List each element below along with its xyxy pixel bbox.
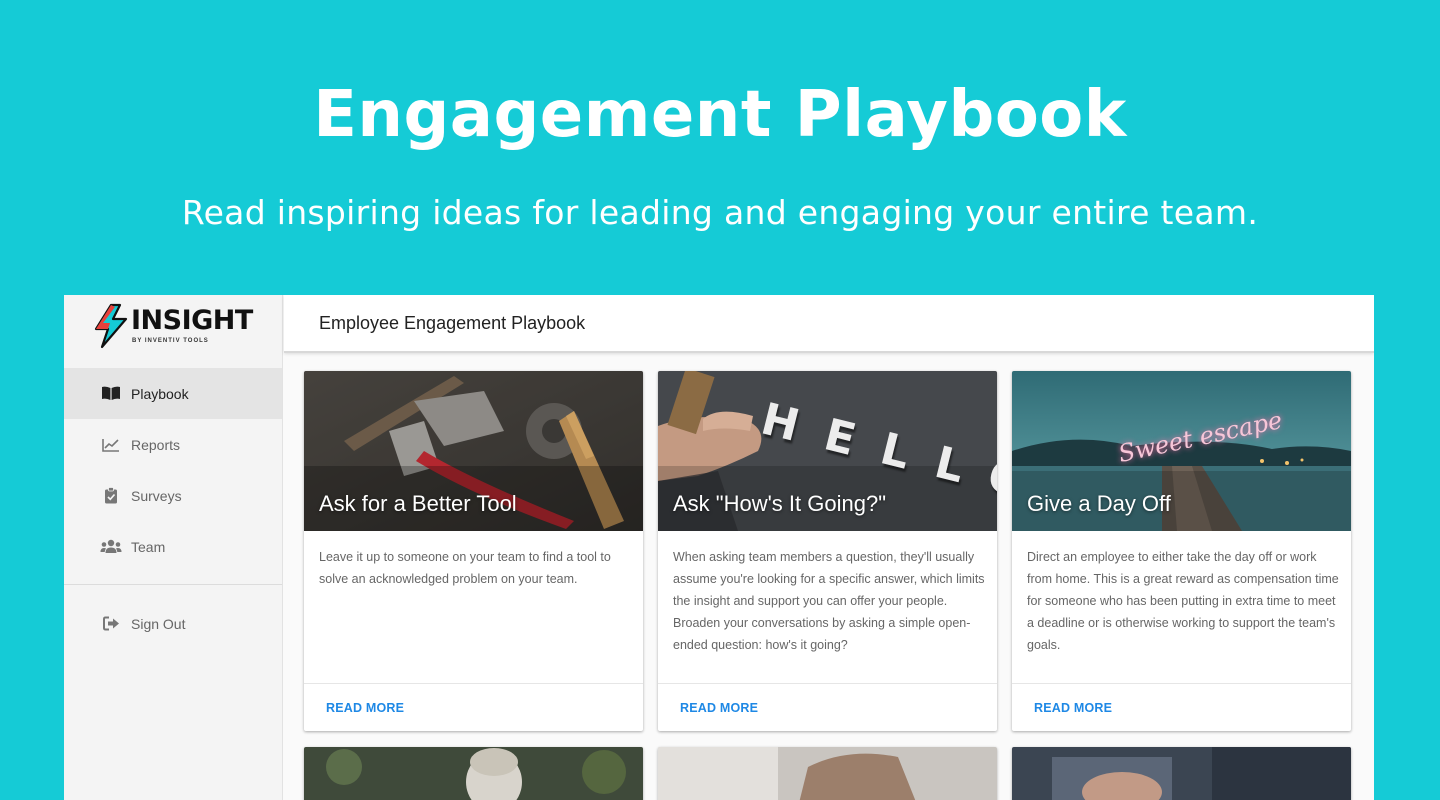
sidebar: INSIGHT BY INVENTIV TOOLS Playbook Repor… <box>64 295 283 800</box>
chart-line-icon <box>100 436 122 454</box>
playbook-card[interactable]: HELLO Ask "How's It Going?" When asking … <box>658 371 997 731</box>
app-header: Employee Engagement Playbook <box>284 295 1374 353</box>
card-image-hello: HELLO Ask "How's It Going?" <box>658 371 997 531</box>
sidebar-divider <box>64 584 282 585</box>
bolt-logo-icon <box>94 303 128 349</box>
page-title: Employee Engagement Playbook <box>319 312 586 333</box>
card-image-hands <box>658 747 997 800</box>
brand-name: INSIGHT <box>131 305 253 336</box>
sidebar-item-playbook[interactable]: Playbook <box>64 368 282 419</box>
card-title: Ask "How's It Going?" <box>673 491 887 516</box>
card-title: Ask for a Better Tool <box>319 491 517 516</box>
card-actions: READ MORE <box>658 683 997 731</box>
brand-tagline: BY INVENTIV TOOLS <box>132 338 209 344</box>
playbook-card[interactable]: Ask for a Better Tool Leave it up to som… <box>304 371 643 731</box>
book-icon <box>100 385 122 403</box>
hero-title: Engagement Playbook <box>313 78 1127 152</box>
hero-subtitle: Read inspiring ideas for leading and eng… <box>181 193 1259 232</box>
sidebar-item-surveys[interactable]: Surveys <box>64 470 282 521</box>
users-icon <box>100 538 122 556</box>
card-image-statue <box>304 747 643 800</box>
sidebar-item-label: Surveys <box>131 487 182 504</box>
read-more-button[interactable]: READ MORE <box>680 701 758 715</box>
card-description: When asking team members a question, the… <box>673 550 985 652</box>
clipboard-check-icon <box>100 487 122 505</box>
sidebar-item-team[interactable]: Team <box>64 521 282 572</box>
brand-logo[interactable]: INSIGHT BY INVENTIV TOOLS <box>64 295 282 368</box>
sidebar-item-reports[interactable]: Reports <box>64 419 282 470</box>
sidebar-item-label: Playbook <box>131 385 189 402</box>
playbook-card[interactable] <box>304 747 643 800</box>
sign-out-icon <box>100 615 122 633</box>
sign-out-label: Sign Out <box>131 615 186 632</box>
card-actions: READ MORE <box>1012 683 1351 731</box>
sidebar-item-label: Team <box>131 538 166 555</box>
card-title: Give a Day Off <box>1027 491 1171 516</box>
read-more-button[interactable]: READ MORE <box>1034 701 1112 715</box>
card-image-pier: Sweet escape Give a Day Off <box>1012 371 1351 531</box>
sign-out-button[interactable]: Sign Out <box>64 598 282 649</box>
playbook-card[interactable] <box>1012 747 1351 800</box>
playbook-card[interactable] <box>658 747 997 800</box>
card-actions: READ MORE <box>304 683 643 731</box>
card-description: Leave it up to someone on your team to f… <box>319 550 611 586</box>
read-more-button[interactable]: READ MORE <box>326 701 404 715</box>
sidebar-item-label: Reports <box>131 436 181 453</box>
card-image-meeting <box>1012 747 1351 800</box>
card-description: Direct an employee to either take the da… <box>1027 550 1339 652</box>
card-image-tools: Ask for a Better Tool <box>304 371 643 531</box>
app-window: INSIGHT BY INVENTIV TOOLS Playbook Repor… <box>64 295 1374 800</box>
playbook-card[interactable]: Sweet escape Give a Day Off Direct an em… <box>1012 371 1351 731</box>
